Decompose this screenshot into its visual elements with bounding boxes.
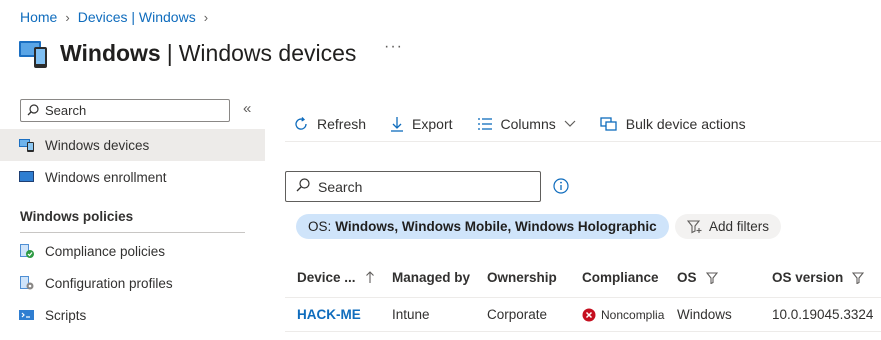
search-icon	[296, 178, 310, 195]
breadcrumb-home[interactable]: Home	[20, 9, 57, 25]
sidebar-item-compliance-policies[interactable]: Compliance policies	[0, 235, 265, 267]
error-circle-icon	[582, 308, 596, 322]
more-options-icon[interactable]: ···	[384, 38, 403, 56]
bulk-device-actions-button[interactable]: Bulk device actions	[600, 116, 746, 132]
device-search[interactable]	[285, 171, 541, 202]
sidebar-section-title: Windows policies	[20, 209, 245, 233]
sidebar-item-windows-enrollment[interactable]: Windows enrollment	[0, 161, 265, 193]
sidebar-nav: Windows devices Windows enrollment	[0, 129, 265, 193]
os-filter-pill[interactable]: OS: Windows, Windows Mobile, Windows Hol…	[296, 214, 669, 239]
columns-button[interactable]: Columns	[477, 116, 576, 132]
windows-device-icon	[18, 37, 50, 69]
windows-devices-icon	[19, 138, 35, 152]
compliance-status: Noncomplia	[601, 307, 665, 322]
sidebar-item-windows-devices[interactable]: Windows devices	[0, 129, 265, 161]
page-header: Windows | Windows devices	[18, 36, 356, 70]
search-icon	[27, 103, 39, 119]
os-cell: Windows	[677, 307, 732, 322]
column-header-compliance[interactable]: Compliance	[570, 270, 665, 285]
device-search-input[interactable]	[318, 178, 518, 195]
managed-by-cell: Intune	[392, 307, 430, 322]
sidebar-search-input[interactable]	[45, 103, 215, 118]
compliance-cell: Noncomplia	[570, 308, 665, 322]
breadcrumb: Home › Devices | Windows ›	[20, 9, 216, 25]
page-title: Windows | Windows devices	[60, 39, 357, 66]
configuration-profiles-icon	[19, 276, 35, 290]
sidebar-policies: Compliance policies Configuration profil…	[0, 235, 265, 331]
breadcrumb-devices-windows[interactable]: Devices | Windows	[78, 9, 196, 25]
refresh-icon	[293, 116, 309, 132]
devices-table: Device ... Managed by Ownership Complian…	[285, 258, 881, 332]
sidebar-item-label: Scripts	[45, 307, 87, 323]
info-icon[interactable]	[553, 178, 569, 197]
chevron-down-icon	[564, 120, 576, 128]
sidebar-item-label: Windows devices	[45, 137, 150, 153]
sort-ascending-icon	[365, 271, 375, 284]
scripts-icon	[19, 308, 35, 322]
refresh-button[interactable]: Refresh	[293, 116, 366, 132]
add-filter-icon	[687, 219, 703, 234]
compliance-policies-icon	[19, 244, 35, 258]
os-version-cell: 10.0.19045.3324	[772, 307, 874, 322]
bulk-actions-icon	[600, 116, 618, 132]
column-header-os[interactable]: OS	[665, 270, 760, 285]
table-header: Device ... Managed by Ownership Complian…	[285, 258, 881, 298]
chevron-right-icon: ›	[203, 9, 209, 25]
filter-icon[interactable]	[705, 271, 718, 284]
filter-icon[interactable]	[852, 271, 865, 284]
sidebar-item-label: Compliance policies	[45, 243, 166, 259]
device-name-link[interactable]: HACK-ME	[297, 307, 361, 322]
sidebar-search[interactable]	[20, 99, 230, 122]
sidebar-item-configuration-profiles[interactable]: Configuration profiles	[0, 267, 265, 299]
add-filters-button[interactable]: Add filters	[675, 214, 782, 239]
column-header-device[interactable]: Device ...	[285, 270, 380, 285]
columns-list-icon	[477, 117, 493, 131]
chevron-right-icon: ›	[65, 9, 70, 25]
column-header-managed-by[interactable]: Managed by	[380, 270, 475, 285]
sidebar-item-label: Configuration profiles	[45, 275, 173, 291]
collapse-sidebar-icon[interactable]: «	[243, 100, 251, 117]
column-header-os-version[interactable]: OS version	[760, 270, 881, 285]
column-header-ownership[interactable]: Ownership	[475, 270, 570, 285]
export-button[interactable]: Export	[390, 116, 453, 132]
command-bar: Refresh Export Columns Bulk device actio…	[285, 106, 881, 142]
download-icon	[390, 116, 404, 132]
sidebar-item-scripts[interactable]: Scripts	[0, 299, 265, 331]
windows-enrollment-icon	[19, 170, 35, 184]
ownership-cell: Corporate	[487, 307, 548, 322]
table-row[interactable]: HACK-ME Intune Corporate Noncomplia Wind…	[285, 298, 881, 332]
sidebar-item-label: Windows enrollment	[45, 169, 167, 185]
